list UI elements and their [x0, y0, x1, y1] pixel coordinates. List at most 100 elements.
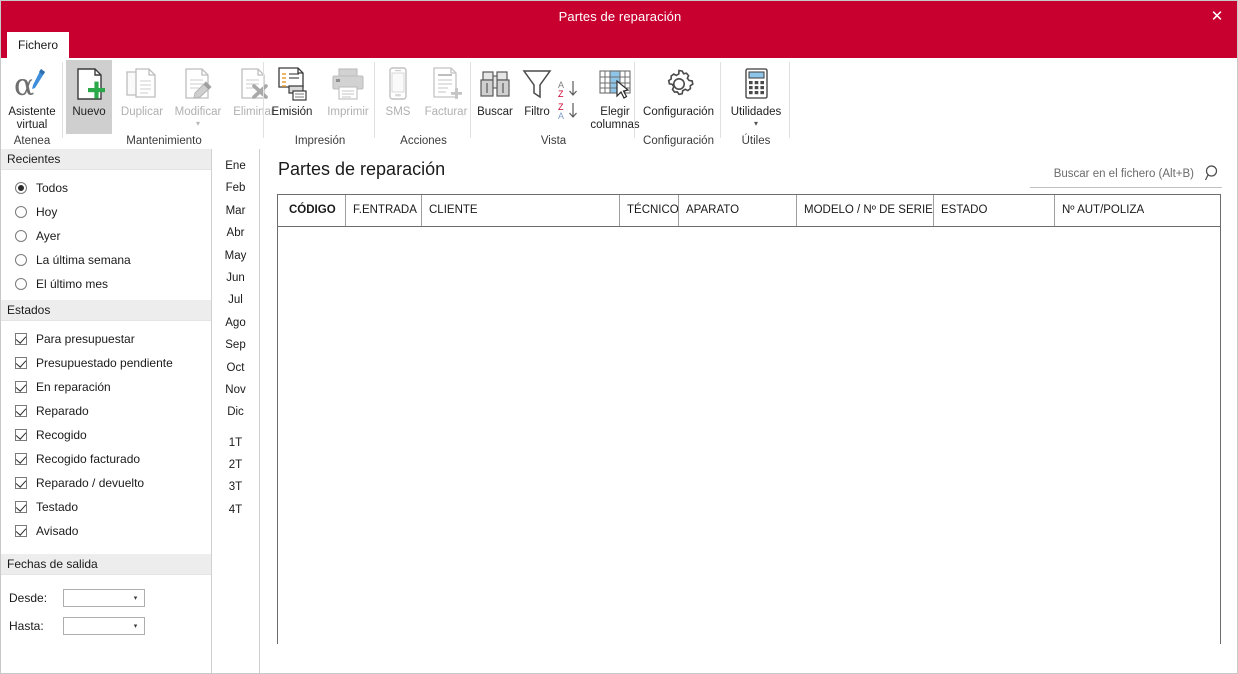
recientes-radio-group: Todos Hoy Ayer La última semana El últim… [1, 170, 211, 300]
ribbon-button-emision[interactable]: Emisión [265, 60, 319, 119]
checkbox-option-en-reparacion[interactable]: En reparación [15, 375, 211, 399]
checkbox-icon[interactable] [15, 501, 27, 513]
mobile-phone-icon [376, 64, 420, 104]
quarter-2t[interactable]: 2T [212, 454, 259, 476]
option-label: Reparado [36, 404, 89, 418]
ribbon-group-label: Mantenimiento [126, 135, 202, 147]
tab-fichero[interactable]: Fichero [7, 32, 69, 58]
search-input[interactable] [1030, 163, 1196, 185]
radio-option-ultimo-mes[interactable]: El último mes [15, 272, 211, 296]
option-label: Hoy [36, 205, 58, 219]
checkbox-option-avisado[interactable]: Avisado [15, 519, 211, 543]
radio-option-ultima-semana[interactable]: La última semana [15, 248, 211, 272]
svg-text:α: α [14, 68, 34, 103]
radio-icon[interactable] [15, 254, 27, 266]
ribbon-button-label: Configuración [643, 106, 714, 118]
checkbox-icon[interactable] [15, 405, 27, 417]
chevron-down-icon[interactable]: ▾ [722, 119, 790, 128]
svg-text:Z: Z [558, 89, 564, 99]
ribbon-button-utilidades[interactable]: Utilidades ▾ [722, 60, 790, 128]
duplicate-documents-icon [116, 64, 168, 104]
column-header-tecnico[interactable]: TÉCNICO [620, 195, 679, 226]
field-row-hasta: Hasta: ▾ [1, 613, 211, 639]
checkbox-icon[interactable] [15, 357, 27, 369]
title-bar: Partes de reparación ✕ [1, 1, 1237, 32]
radio-icon[interactable] [15, 230, 27, 242]
checkbox-option-para-presupuestar[interactable]: Para presupuestar [15, 327, 211, 351]
month-jun[interactable]: Jun [212, 267, 259, 289]
month-abr[interactable]: Abr [212, 222, 259, 244]
ribbon-button-asistente-virtual[interactable]: α Asistente virtual [1, 60, 63, 132]
checkbox-option-reparado-devuelto[interactable]: Reparado / devuelto [15, 471, 211, 495]
column-header-estado[interactable]: ESTADO [934, 195, 1055, 226]
option-label: En reparación [36, 380, 111, 394]
checkbox-icon[interactable] [15, 333, 27, 345]
ribbon-button-label: Modificar [174, 106, 222, 118]
radio-option-hoy[interactable]: Hoy [15, 200, 211, 224]
month-ago[interactable]: Ago [212, 312, 259, 334]
ribbon-button-sms[interactable]: SMS [376, 60, 420, 119]
radio-icon[interactable] [15, 206, 27, 218]
ribbon-button-buscar[interactable]: Buscar [472, 60, 518, 119]
quarter-3t[interactable]: 3T [212, 476, 259, 498]
month-ene[interactable]: Ene [212, 155, 259, 177]
month-feb[interactable]: Feb [212, 177, 259, 199]
month-nov[interactable]: Nov [212, 379, 259, 401]
ribbon-button-configuracion[interactable]: Configuración [636, 60, 721, 119]
column-header-num-aut-poliza[interactable]: Nº AUT/POLIZA [1055, 195, 1220, 226]
checkbox-option-presupuestado-pendiente[interactable]: Presupuestado pendiente [15, 351, 211, 375]
chevron-down-icon[interactable]: ▾ [170, 119, 226, 128]
hasta-date-combo[interactable]: ▾ [63, 617, 145, 635]
checkbox-icon[interactable] [15, 381, 27, 393]
radio-icon[interactable] [15, 182, 27, 194]
checkbox-option-testado[interactable]: Testado [15, 495, 211, 519]
option-label: Todos [36, 181, 69, 195]
chevron-down-icon[interactable]: ▾ [127, 590, 144, 606]
column-header-aparato[interactable]: APARATO [679, 195, 797, 226]
chevron-down-icon[interactable]: ▾ [127, 618, 144, 634]
month-oct[interactable]: Oct [212, 357, 259, 379]
radio-option-ayer[interactable]: Ayer [15, 224, 211, 248]
column-header-modelo-serie[interactable]: MODELO / Nº DE SERIE: [797, 195, 934, 226]
checkbox-icon[interactable] [15, 525, 27, 537]
alpha-pen-icon: α [1, 64, 63, 104]
group-separator [374, 62, 375, 138]
grid-body[interactable] [278, 227, 1220, 644]
quarter-1t[interactable]: 1T [212, 432, 259, 454]
ribbon-button-nuevo[interactable]: Nuevo [66, 60, 112, 134]
month-dic[interactable]: Dic [212, 401, 259, 423]
checkbox-icon[interactable] [15, 429, 27, 441]
quarter-4t[interactable]: 4T [212, 499, 259, 521]
checkbox-option-recogido[interactable]: Recogido [15, 423, 211, 447]
ribbon-button-label: Nuevo [72, 106, 106, 118]
column-header-codigo[interactable]: CÓDIGO [278, 195, 346, 226]
month-mar[interactable]: Mar [212, 200, 259, 222]
column-header-fentrada[interactable]: F.ENTRADA [346, 195, 422, 226]
column-header-cliente[interactable]: CLIENTE [422, 195, 620, 226]
option-label: Recogido facturado [36, 452, 141, 466]
checkbox-option-recogido-facturado[interactable]: Recogido facturado [15, 447, 211, 471]
close-icon[interactable]: ✕ [1203, 3, 1231, 29]
group-separator [789, 62, 790, 138]
desde-date-combo[interactable]: ▾ [63, 589, 145, 607]
checkbox-option-reparado[interactable]: Reparado [15, 399, 211, 423]
month-may[interactable]: May [212, 245, 259, 267]
month-jul[interactable]: Jul [212, 289, 259, 311]
ribbon-button-imprimir[interactable]: Imprimir [321, 60, 375, 119]
option-label: Testado [36, 500, 79, 514]
checkbox-icon[interactable] [15, 477, 27, 489]
radio-option-todos[interactable]: Todos [15, 176, 211, 200]
ribbon-button-modificar[interactable]: Modificar ▾ [170, 60, 226, 128]
group-separator [634, 62, 635, 138]
ribbon-button-duplicar[interactable]: Duplicar [116, 60, 168, 119]
edit-document-icon [170, 64, 226, 104]
radio-icon[interactable] [15, 278, 27, 290]
ribbon-button-facturar[interactable]: Facturar [420, 60, 472, 119]
hasta-label: Hasta: [9, 619, 44, 633]
section-header-recientes: Recientes [1, 149, 211, 170]
ribbon-button-ordenar[interactable]: A Z Z A [556, 74, 586, 126]
month-sep[interactable]: Sep [212, 334, 259, 356]
checkbox-icon[interactable] [15, 453, 27, 465]
search-icon[interactable] [1204, 164, 1222, 182]
ribbon-button-filtro[interactable]: Filtro [518, 60, 556, 119]
